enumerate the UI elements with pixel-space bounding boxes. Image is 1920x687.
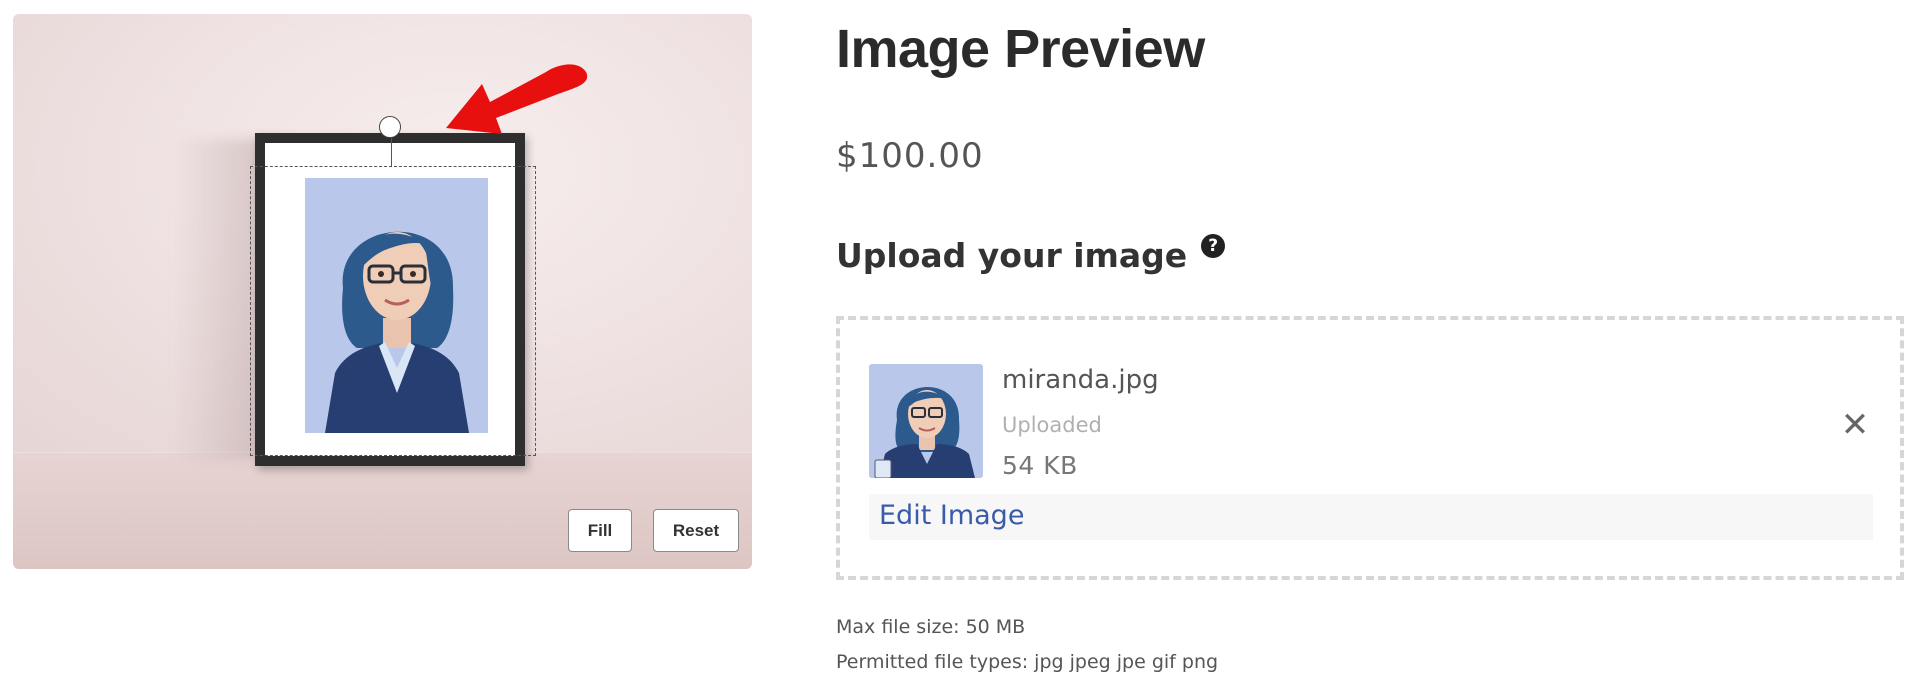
uploaded-file-thumbnail — [869, 364, 983, 478]
red-arrow-annotation — [446, 64, 588, 134]
upload-heading-label: Upload your image — [836, 236, 1188, 275]
file-status: Uploaded — [1002, 413, 1102, 437]
edit-image-link[interactable]: Edit Image — [879, 500, 1024, 531]
page-title: Image Preview — [836, 19, 1205, 79]
upload-heading: Upload your image ? — [836, 234, 1226, 275]
question-circle-icon[interactable]: ? — [1201, 234, 1226, 258]
thumbnail-illustration — [869, 364, 983, 478]
edit-image-bar: Edit Image — [869, 494, 1873, 540]
close-icon[interactable]: ✕ — [1837, 405, 1873, 445]
product-price: $100.00 — [836, 136, 984, 176]
file-name: miranda.jpg — [1002, 365, 1159, 395]
file-size: 54 KB — [1002, 451, 1078, 480]
reset-button[interactable]: Reset — [653, 509, 739, 552]
rotate-handle[interactable] — [379, 116, 401, 138]
rotate-handle-stem — [391, 135, 392, 167]
floor-background — [13, 454, 752, 569]
upload-dropzone[interactable]: miranda.jpg Uploaded 54 KB ✕ Edit Image — [836, 316, 1904, 580]
permitted-file-types-note: Permitted file types: jpg jpeg jpe gif p… — [836, 651, 1219, 673]
crop-selection-box[interactable] — [250, 166, 536, 456]
fill-button[interactable]: Fill — [568, 509, 632, 552]
image-editor-canvas[interactable]: Fill Reset — [13, 14, 752, 569]
max-file-size-note: Max file size: 50 MB — [836, 616, 1026, 638]
